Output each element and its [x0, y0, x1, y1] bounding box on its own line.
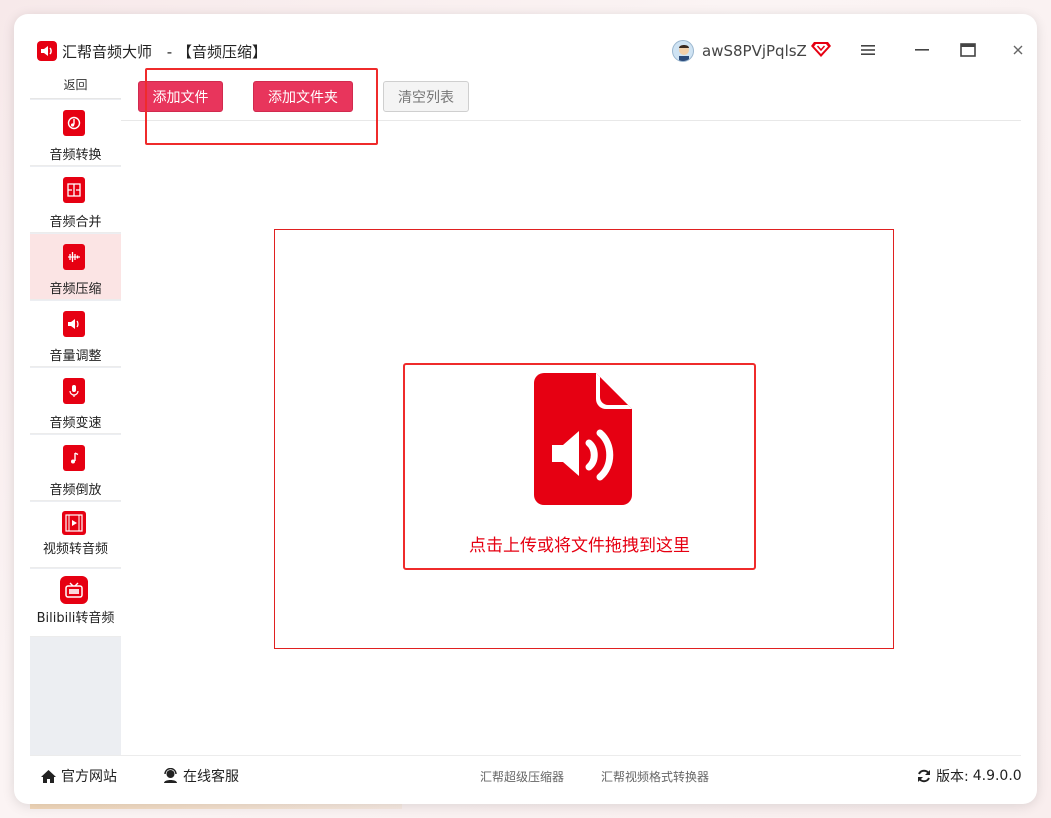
bilibili-tv-icon — [60, 576, 88, 604]
official-website-label: 官方网站 — [61, 769, 117, 785]
app-name: 汇帮音频大师 — [62, 43, 153, 61]
volume-adjust-icon — [63, 311, 85, 337]
maximize-icon[interactable] — [956, 38, 980, 62]
vip-diamond-icon[interactable] — [811, 40, 831, 58]
current-page-title: 【音频压缩】 — [177, 43, 268, 61]
sidebar-item-label: Bilibili转音频 — [36, 611, 115, 626]
home-icon — [41, 769, 56, 783]
sidebar-item-label: 音频倒放 — [49, 483, 102, 498]
sidebar-item-audio-speed[interactable]: 音频变速 — [30, 368, 121, 434]
title-separator: - — [166, 43, 173, 61]
sidebar-item-volume-adjust[interactable]: 音量调整 — [30, 301, 121, 367]
audio-file-icon[interactable] — [534, 373, 634, 505]
sidebar-item-label: 音频转换 — [49, 148, 102, 163]
drop-zone-text[interactable]: 点击上传或将文件拖拽到这里 — [403, 531, 756, 556]
app-logo-icon — [37, 41, 57, 61]
audio-convert-icon — [63, 110, 85, 136]
sidebar-item-label: 视频转音频 — [42, 542, 108, 557]
audio-speed-icon — [63, 378, 85, 404]
app-window: 汇帮音频大师 - 【音频压缩】 awS8PVjPqlsZ 返回 音频转换 音频合… — [14, 14, 1037, 804]
version-value: 4.9.0.0 — [972, 768, 1022, 784]
user-avatar[interactable] — [672, 40, 694, 62]
hamburger-menu-icon[interactable] — [856, 38, 880, 62]
sidebar-item-audio-merge[interactable]: 音频合并 — [30, 167, 121, 233]
close-icon[interactable] — [1006, 38, 1030, 62]
clear-list-button[interactable]: 清空列表 — [383, 81, 469, 112]
window-shadow-accent — [30, 804, 402, 809]
audio-reverse-icon — [63, 445, 85, 471]
official-website-link[interactable]: 官方网站 — [40, 766, 117, 786]
version-label: 版本: — [936, 769, 969, 785]
sidebar-item-audio-compress[interactable]: 音频压缩 — [30, 234, 121, 300]
online-support-label: 在线客服 — [183, 769, 239, 785]
sidebar-item-label: 音频压缩 — [49, 282, 102, 297]
refresh-icon — [918, 769, 930, 783]
online-support-link[interactable]: 在线客服 — [162, 766, 239, 786]
sidebar-item-label: 音量调整 — [49, 349, 102, 364]
minimize-icon[interactable] — [910, 38, 934, 62]
audio-compress-icon — [63, 244, 85, 270]
sidebar: 返回 音频转换 音频合并 音频压缩 音量调整 音频变速 音频倒放 视频转音频 B… — [30, 71, 121, 755]
video-to-audio-icon — [62, 511, 86, 535]
sidebar-item-video-to-audio[interactable]: 视频转音频 — [30, 502, 121, 568]
window-title: 汇帮音频大师 - 【音频压缩】 — [62, 41, 267, 62]
super-compressor-link[interactable]: 汇帮超级压缩器 — [480, 768, 564, 785]
audio-merge-icon — [63, 177, 85, 203]
back-button[interactable]: 返回 — [30, 71, 121, 99]
highlight-box-toolbar — [145, 68, 378, 145]
sidebar-item-audio-reverse[interactable]: 音频倒放 — [30, 435, 121, 501]
footer-bar: 官方网站 在线客服 汇帮超级压缩器 汇帮视频格式转换器 版本: 4.9.0.0 — [30, 755, 1022, 791]
support-agent-icon — [164, 768, 177, 783]
sidebar-item-label: 音频变速 — [49, 416, 102, 431]
sidebar-item-bilibili[interactable]: Bilibili转音频 — [30, 569, 121, 637]
username[interactable]: awS8PVjPqlsZ — [702, 42, 807, 60]
title-bar: 汇帮音频大师 - 【音频压缩】 awS8PVjPqlsZ — [14, 14, 1037, 70]
sidebar-item-audio-convert[interactable]: 音频转换 — [30, 100, 121, 166]
video-converter-link[interactable]: 汇帮视频格式转换器 — [601, 768, 709, 785]
sidebar-item-label: 音频合并 — [49, 215, 102, 230]
version-info[interactable]: 版本: 4.9.0.0 — [916, 766, 1022, 786]
